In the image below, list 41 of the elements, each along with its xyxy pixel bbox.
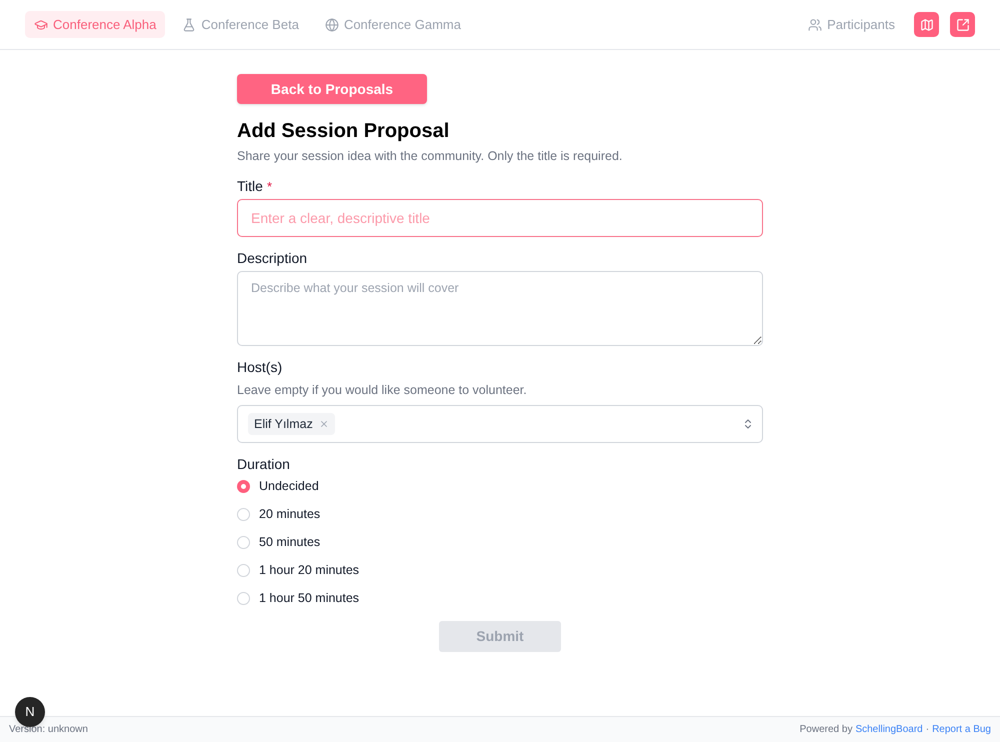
external-link-icon [956, 18, 970, 32]
radio-label: 50 minutes [259, 534, 320, 550]
radio-button[interactable] [237, 480, 250, 492]
radio-label: 20 minutes [259, 506, 320, 522]
host-chip[interactable]: Elif Yılmaz [248, 413, 335, 435]
radio-button[interactable] [237, 536, 250, 548]
intro-text: Share your session idea with the community. Only the title is required. [237, 148, 624, 165]
field-label: Description [237, 249, 308, 268]
open-external-button[interactable] [950, 12, 975, 37]
required-mark: * [266, 178, 272, 196]
powered-by-text: Powered by [800, 723, 852, 737]
map-button[interactable] [914, 12, 939, 37]
conference-tab[interactable]: Conference Beta [173, 11, 308, 38]
radio-button[interactable] [237, 564, 250, 576]
separator-text: · [926, 723, 930, 737]
conference-tab[interactable]: Conference Alpha [25, 11, 166, 38]
map-icon [920, 18, 934, 32]
radio-button[interactable] [237, 508, 250, 520]
radio-label: Undecided [259, 478, 319, 494]
radio-label: 1 hour 20 minutes [259, 562, 360, 578]
field-label: Host(s) [237, 358, 284, 377]
flask-icon [182, 18, 196, 32]
hosts-select[interactable]: Elif Yılmaz [237, 405, 763, 443]
graduation-cap-icon [34, 18, 48, 32]
report-bug-link[interactable]: Report a Bug [932, 722, 991, 737]
field-label: Title [237, 177, 263, 196]
conference-tab[interactable]: Conference Gamma [316, 11, 470, 38]
chevrons-up-down-icon [742, 417, 754, 431]
back-button[interactable]: Back to Proposals [237, 74, 427, 104]
field-label: Duration [237, 455, 291, 474]
radio-button[interactable] [237, 592, 250, 604]
participants-link[interactable]: Participants [808, 14, 895, 34]
globe-icon [324, 18, 339, 32]
hint-text: Leave empty if you would like someone to volunteer. [237, 382, 528, 399]
close-icon[interactable] [318, 419, 329, 429]
description-textarea[interactable]: Describe what your session will cover [237, 271, 763, 346]
brand-link[interactable]: SchellingBoard [855, 722, 923, 737]
people-icon [808, 18, 822, 32]
radio-label: 1 hour 50 minutes [259, 590, 360, 606]
page-heading: Add Session Proposal [237, 119, 450, 144]
title-input[interactable]: Enter a clear, descriptive title [237, 199, 763, 237]
